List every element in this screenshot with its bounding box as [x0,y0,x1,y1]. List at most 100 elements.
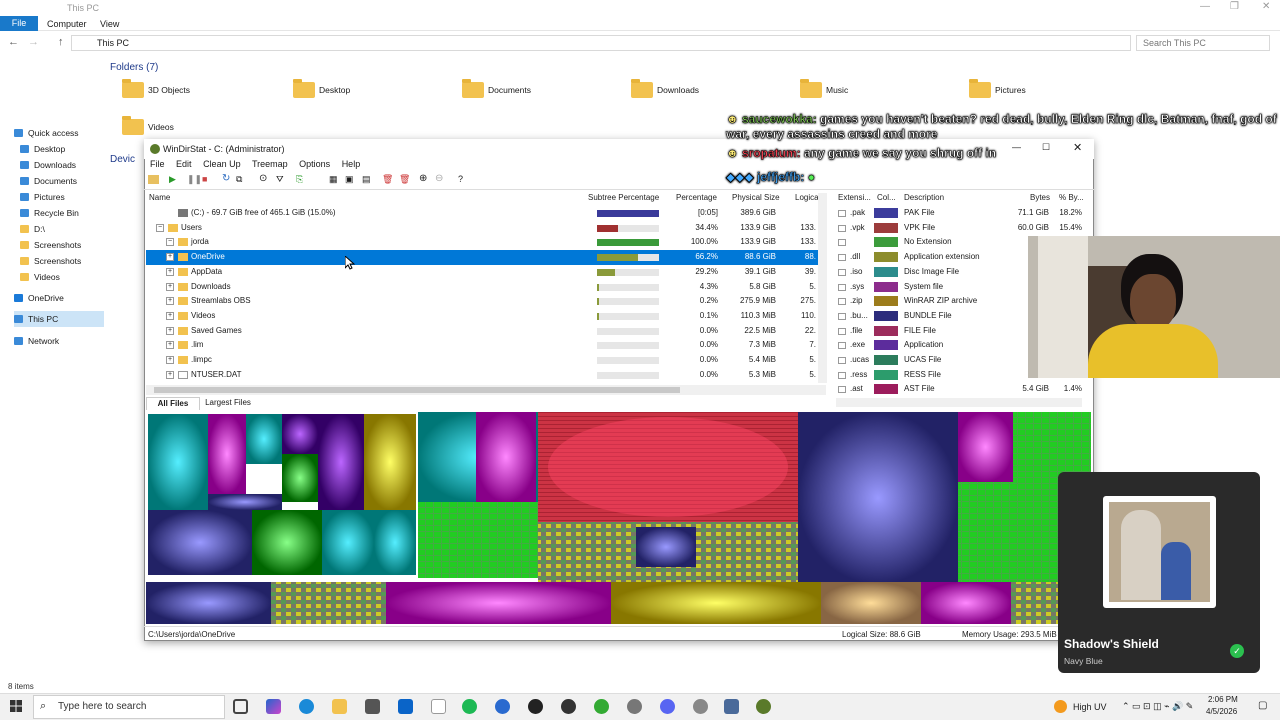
notification-icon[interactable]: ▢ [1258,700,1267,711]
nav-item[interactable]: Downloads [20,157,104,173]
tab-view[interactable]: View [100,19,119,29]
tree-row[interactable]: (C:) - 69.7 GiB free of 465.1 GiB (15.0%… [146,206,818,221]
expand-icon[interactable]: − [156,223,164,232]
tab-file[interactable]: File [0,16,38,31]
tree-row[interactable]: + NTUSER.DAT 0.0% 5.3 MiB 5. [146,368,818,383]
expand-icon[interactable]: + [166,356,174,364]
expand-icon[interactable]: + [166,282,174,291]
up-icon[interactable]: ↑ [58,36,64,48]
nav-item[interactable]: OneDrive [14,290,104,306]
xbox-icon[interactable] [594,699,609,714]
treemap[interactable] [146,412,1091,624]
delete-icon[interactable]: 🗑 [382,174,393,185]
close-icon[interactable]: ✕ [1262,1,1270,12]
copilot-icon[interactable] [266,699,281,714]
windows-start-icon[interactable] [10,700,22,712]
notepad-icon[interactable] [431,699,446,714]
clock-date[interactable]: 4/5/2026 [1206,707,1237,716]
expand-icon[interactable]: + [166,370,174,379]
ext-hscrollbar[interactable] [836,398,1082,407]
app-icon[interactable] [627,699,642,714]
folder-tile[interactable]: Desktop [293,79,350,98]
extension-row[interactable]: .ast AST File 5.4 GiB 1.4% [836,382,1090,397]
document-icon[interactable]: ▤ [362,174,371,185]
menu-help[interactable]: Help [342,159,361,169]
tree-row[interactable]: − jorda 100.0% 133.9 GiB 133. [146,235,818,250]
weather-icon[interactable] [1054,700,1067,713]
nav-item[interactable]: Documents [20,173,104,189]
address-input[interactable]: This PC [71,35,1131,51]
col-color[interactable]: Col... [877,193,896,204]
obs-icon[interactable] [528,699,543,714]
nav-item[interactable]: Desktop [20,141,104,157]
explore-icon[interactable]: ⊙ [259,173,267,184]
folder-tile[interactable]: Music [800,79,848,98]
tree-row[interactable]: + .limpc 0.0% 5.4 MiB 5. [146,353,818,368]
delete-permanent-icon[interactable]: 🗑 [399,174,410,185]
zoom-out-icon[interactable]: ⊖ [435,173,443,184]
nav-item[interactable]: Recycle Bin [20,205,104,221]
cleanup-icon[interactable]: ▣ [345,174,354,185]
tree-scroll-thumb[interactable] [154,387,680,393]
nav-item[interactable]: Quick access [14,125,104,141]
tree-row[interactable]: + Streamlabs OBS 0.2% 275.9 MiB 275. [146,294,818,309]
nav-item[interactable]: Videos [20,269,104,285]
help-icon[interactable]: ? [458,174,463,184]
minimize-icon[interactable]: — [1200,1,1210,12]
forward-icon[interactable]: → [28,36,39,48]
expand-icon[interactable]: − [166,238,174,247]
spotify-icon[interactable] [462,699,477,714]
folder-tile[interactable]: 3D Objects [122,79,190,98]
tab-all-files[interactable]: All Files [146,397,200,410]
nav-item[interactable]: Screenshots [20,253,104,269]
copy-icon[interactable]: ⧉ [236,174,242,185]
col-name[interactable]: Name [149,193,170,204]
nav-item[interactable]: Network [14,333,104,349]
tree-row[interactable]: − Users 34.4% 133.9 GiB 133. [146,221,818,236]
taskbar-search-input[interactable]: Type here to search [33,695,225,719]
expand-icon[interactable]: + [166,267,174,276]
expand-icon[interactable]: + [166,341,174,350]
tree-row[interactable]: + AppData 29.2% 39.1 GiB 39. [146,265,818,280]
menu-treemap[interactable]: Treemap [252,159,288,169]
menu-options[interactable]: Options [299,159,330,169]
zoom-in-icon[interactable]: ⊕ [419,173,427,184]
edge-icon[interactable] [299,699,314,714]
new-folder-icon[interactable]: ⎘ [296,174,303,185]
folder-tile[interactable]: Pictures [969,79,1026,98]
search-input[interactable]: Search This PC [1136,35,1270,51]
store-icon[interactable] [365,699,380,714]
tree-row[interactable]: + Videos 0.1% 110.3 MiB 110. [146,309,818,324]
expand-icon[interactable]: + [166,253,174,262]
col-percentage[interactable]: Percentage [676,193,717,204]
app-icon[interactable] [693,699,708,714]
play-icon[interactable]: ▶ [169,174,176,185]
folder-tile[interactable]: Downloads [631,79,699,98]
col-subtree[interactable]: Subtree Percentage [588,193,659,204]
col-logical[interactable]: Logica [795,193,819,204]
tree-vscrollbar[interactable] [818,193,827,383]
stop-icon[interactable]: ■ [202,174,207,184]
nav-item[interactable]: This PC [14,311,104,327]
app-icon[interactable] [561,699,576,714]
expand-icon[interactable]: + [166,297,174,306]
tree-row[interactable]: + Saved Games 0.0% 22.5 MiB 22. [146,324,818,339]
outlook-icon[interactable] [398,699,413,714]
tab-largest-files[interactable]: Largest Files [202,397,254,410]
extension-row[interactable]: .pak PAK File 71.1 GiB 18.2% [836,206,1090,221]
steam-icon[interactable] [495,699,510,714]
pause-icon[interactable]: ❚❚ [187,174,202,185]
nav-item[interactable]: Screenshots [20,237,104,253]
open-icon[interactable] [148,175,159,184]
col-physical[interactable]: Physical Size [732,193,780,204]
col-bytes[interactable]: Bytes [1030,193,1050,204]
nav-item[interactable]: Pictures [20,189,104,205]
windirstat-taskbar-icon[interactable] [756,699,771,714]
app-icon[interactable] [724,699,739,714]
tree-row[interactable]: + OneDrive 66.2% 88.6 GiB 88. [146,250,818,265]
task-view-icon[interactable] [233,699,248,714]
properties-icon[interactable]: ▦ [329,174,338,185]
extension-row[interactable]: .vpk VPK File 60.0 GiB 15.4% [836,221,1090,236]
menu-file[interactable]: File [150,159,165,169]
expand-icon[interactable]: + [166,311,174,320]
